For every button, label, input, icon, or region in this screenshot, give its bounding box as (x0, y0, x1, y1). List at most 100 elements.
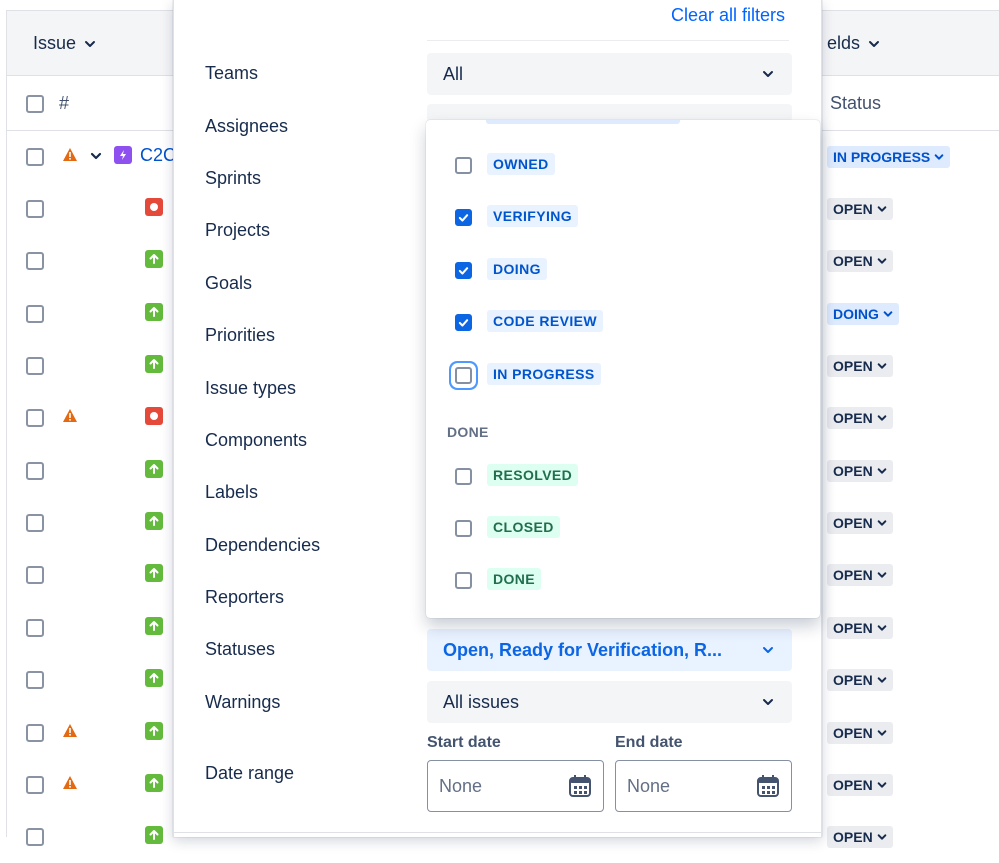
assignees-label: Assignees (205, 116, 289, 136)
select-all-checkbox[interactable] (26, 95, 44, 113)
status-option-checkbox[interactable] (455, 520, 472, 537)
issue-column-menu[interactable]: Issue (33, 33, 96, 54)
arrow-up-icon (149, 830, 159, 840)
divider (427, 40, 789, 41)
status-lozenge[interactable]: OPEN (827, 774, 893, 796)
row-checkbox[interactable] (26, 566, 44, 584)
row-checkbox[interactable] (26, 409, 44, 427)
chevron-down-icon[interactable] (89, 149, 103, 163)
status-lozenge[interactable]: OPEN (827, 355, 893, 377)
status-option-checkbox[interactable] (455, 314, 472, 331)
row-checkbox[interactable] (26, 828, 44, 846)
status-lozenge[interactable]: DOING (827, 303, 899, 325)
status-lozenge[interactable]: OPEN (827, 669, 893, 691)
fields-menu[interactable]: elds (827, 33, 880, 54)
status-lozenge[interactable]: OPEN (827, 250, 893, 272)
status-option[interactable]: DONE (426, 555, 820, 607)
status-lozenge[interactable]: OPEN (827, 198, 893, 220)
clear-all-filters-link[interactable]: Clear all filters (671, 5, 785, 26)
chevron-down-icon (763, 699, 773, 705)
status-option-checkbox[interactable] (455, 209, 472, 226)
arrow-up-icon (149, 516, 159, 526)
row-checkbox[interactable] (26, 462, 44, 480)
story-type-icon (145, 826, 163, 844)
row-checkbox[interactable] (26, 724, 44, 742)
status-option-checkbox[interactable] (455, 367, 472, 384)
end-date-input[interactable]: None (615, 760, 792, 812)
row-checkbox[interactable] (26, 514, 44, 532)
status-lozenge-label: OPEN (833, 463, 873, 479)
statuses-select-value: Open, Ready for Verification, R... (443, 639, 723, 660)
chevron-down-icon (877, 520, 887, 526)
row-checkbox[interactable] (26, 776, 44, 794)
row-checkbox[interactable] (26, 305, 44, 323)
status-option[interactable]: CLOSED (426, 503, 820, 555)
status-lozenge[interactable]: OPEN (827, 826, 893, 848)
epic-type-icon (114, 146, 132, 164)
chevron-down-icon (869, 40, 880, 47)
row-checkbox[interactable] (26, 148, 44, 166)
arrow-up-icon (149, 568, 159, 578)
status-lozenge[interactable]: OPEN (827, 460, 893, 482)
status-lozenge[interactable]: OPEN (827, 722, 893, 744)
warning-icon[interactable] (62, 723, 78, 739)
arrow-up-icon (149, 307, 159, 317)
chevron-down-icon (877, 782, 887, 788)
status-option[interactable]: DOING (426, 245, 820, 297)
calendar-icon[interactable] (756, 774, 780, 798)
status-lozenge[interactable]: IN PROGRESS (827, 146, 951, 168)
goals-label: Goals (205, 273, 253, 293)
status-option-checkbox[interactable] (455, 157, 472, 174)
checkmark-icon (458, 319, 469, 327)
status-option-checkbox[interactable] (455, 468, 472, 485)
status-option-checkbox[interactable] (455, 572, 472, 589)
status-option-lozenge: IN PROGRESS (487, 363, 601, 385)
status-lozenge-label: OPEN (833, 725, 873, 741)
status-column-header: Status (830, 93, 882, 113)
story-type-icon (145, 355, 163, 373)
components-label: Components (205, 430, 308, 450)
scrolled-option-peek (486, 120, 680, 124)
start-date-input[interactable]: None (427, 760, 604, 812)
status-lozenge[interactable]: OPEN (827, 407, 893, 429)
statuses-label: Statuses (205, 639, 276, 659)
chevron-down-icon (877, 730, 887, 736)
status-lozenge-label: OPEN (833, 515, 873, 531)
status-option[interactable]: VERIFYING (426, 192, 820, 244)
checkmark-icon (458, 214, 469, 222)
teams-select[interactable]: All (427, 53, 792, 95)
lightning-icon (120, 150, 126, 160)
row-checkbox[interactable] (26, 357, 44, 375)
statuses-select[interactable]: Open, Ready for Verification, R... (427, 629, 792, 671)
status-lozenge[interactable]: OPEN (827, 617, 893, 639)
status-option[interactable]: RESOLVED (426, 451, 820, 503)
statuses-dropdown-menu: OWNED VERIFYING DOING CODE REVIEW IN PROGRES… (426, 120, 820, 618)
status-option[interactable]: IN PROGRESS (426, 350, 820, 402)
row-checkbox[interactable] (26, 200, 44, 218)
status-option[interactable]: OWNED (426, 140, 820, 192)
warning-icon[interactable] (62, 147, 78, 163)
row-checkbox[interactable] (26, 252, 44, 270)
start-date-label: Start date (427, 734, 501, 751)
story-type-icon (145, 303, 163, 321)
status-lozenge[interactable]: OPEN (827, 564, 893, 586)
status-option-lozenge: VERIFYING (487, 205, 579, 227)
warning-icon[interactable] (62, 775, 78, 791)
status-option[interactable]: CODE REVIEW (426, 297, 820, 349)
arrow-up-icon (149, 359, 159, 369)
sprints-label: Sprints (205, 168, 262, 188)
story-type-icon (145, 669, 163, 687)
status-option-checkbox[interactable] (455, 262, 472, 279)
row-checkbox[interactable] (26, 619, 44, 637)
calendar-icon[interactable] (568, 774, 592, 798)
warnings-select[interactable]: All issues (427, 681, 792, 723)
warning-icon[interactable] (62, 408, 78, 424)
teams-select-value: All (443, 63, 464, 84)
status-lozenge[interactable]: OPEN (827, 512, 893, 534)
status-option-lozenge: CLOSED (487, 516, 560, 538)
arrow-up-icon (149, 778, 159, 788)
chevron-down-icon (877, 468, 887, 474)
row-checkbox[interactable] (26, 671, 44, 689)
chevron-down-icon (877, 206, 887, 212)
issue-key-link[interactable]: C2C (140, 145, 176, 166)
